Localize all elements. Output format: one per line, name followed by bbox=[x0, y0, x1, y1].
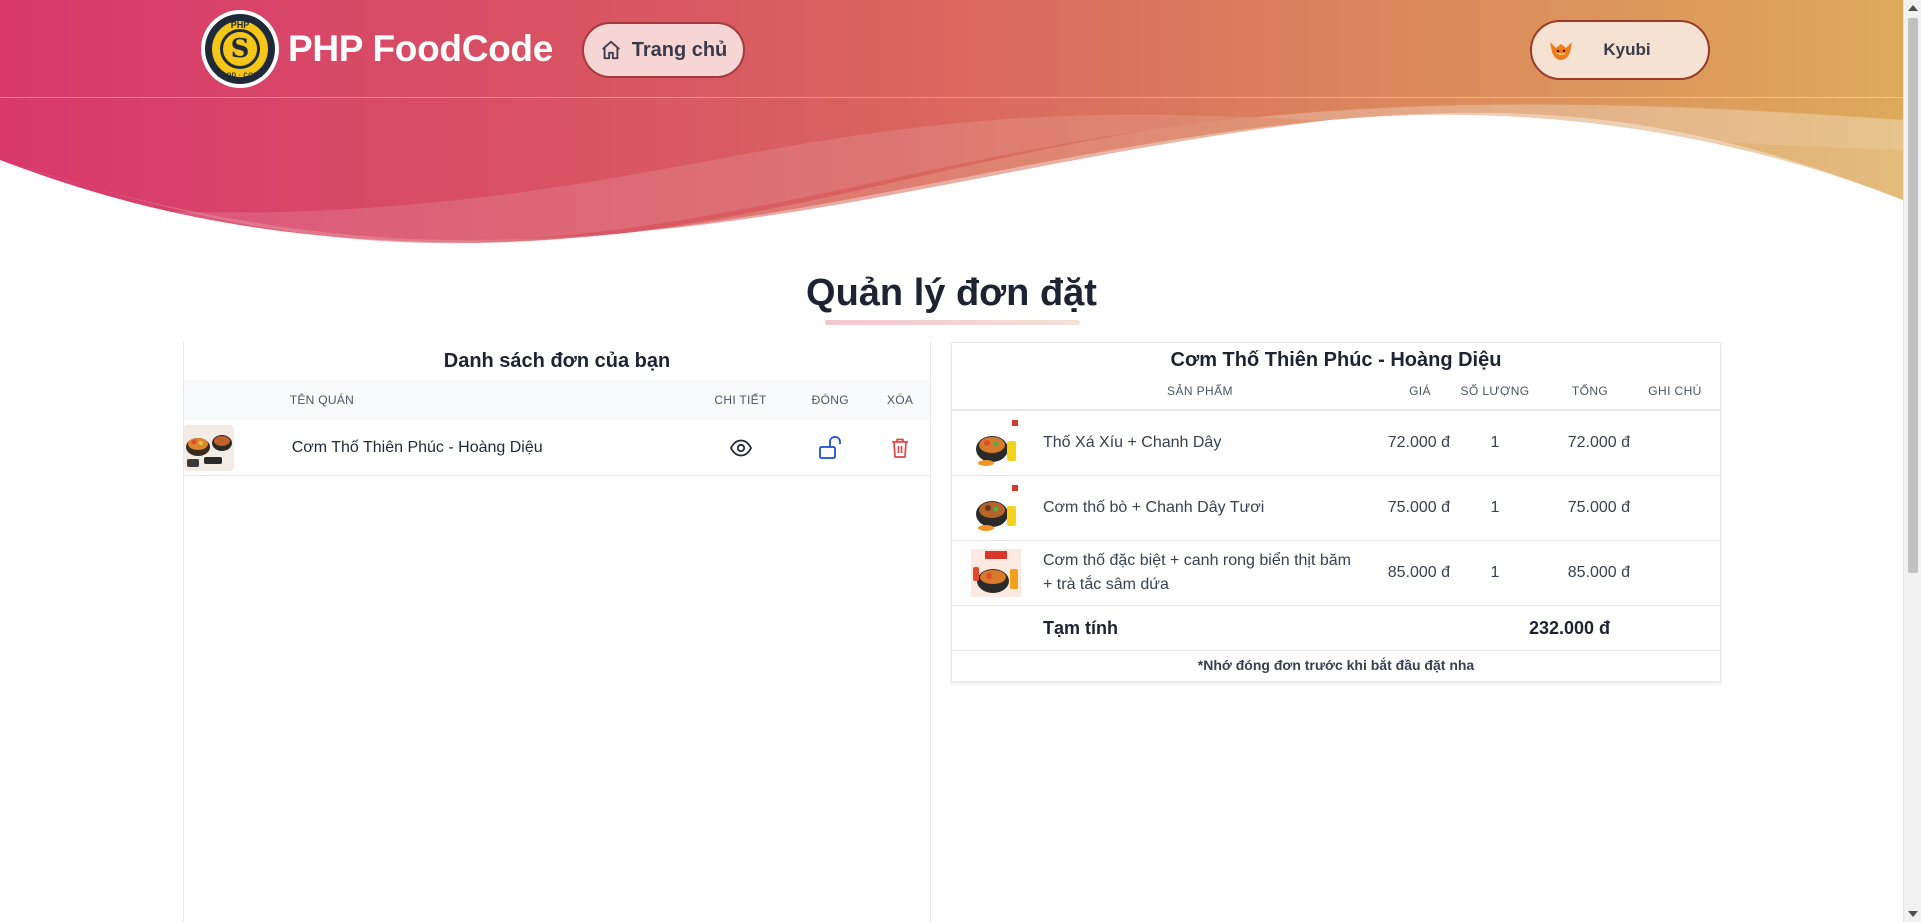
fox-avatar-icon bbox=[1546, 35, 1576, 65]
user-name: Kyubi bbox=[1603, 40, 1651, 59]
subtotal-label: Tạm tính bbox=[1043, 617, 1118, 638]
unlock-icon[interactable] bbox=[818, 435, 842, 461]
col-header-product: SẢN PHẨM bbox=[1167, 384, 1233, 398]
col-header-name: TÊN QUÁN bbox=[289, 393, 355, 407]
orders-panel-title: Danh sách đơn của bạn bbox=[443, 350, 671, 372]
orders-table-header: TÊN QUÁN CHI TIẾT ĐÓNG XÓA bbox=[184, 380, 930, 420]
home-button[interactable]: Trang chủ bbox=[582, 22, 745, 78]
subtotal-row: Tạm tính 232.000 đ bbox=[952, 606, 1720, 651]
product-qty: 1 bbox=[1490, 499, 1500, 516]
table-row: Cơm thố đặc biệt + canh rong biển thịt b… bbox=[952, 541, 1720, 606]
eye-icon[interactable] bbox=[729, 436, 753, 460]
product-image bbox=[952, 484, 1040, 532]
scroll-down-icon[interactable] bbox=[1908, 911, 1918, 917]
product-total: 85.000 đ bbox=[1567, 564, 1630, 581]
col-header-total: TỔNG bbox=[1571, 384, 1609, 398]
orders-panel: Danh sách đơn của bạn TÊN QUÁN CHI TIẾT … bbox=[183, 342, 931, 922]
close-order-reminder: *Nhớ đóng đơn trước khi bắt đầu đặt nha bbox=[1197, 657, 1475, 673]
table-row: Thố Xá Xíu + Chanh Dây 72.000 đ 1 72.000… bbox=[952, 411, 1720, 476]
order-detail-title: Cơm Thố Thiên Phúc - Hoàng Diệu bbox=[1170, 349, 1502, 371]
product-name: Thố Xá Xíu + Chanh Dây bbox=[1043, 434, 1222, 451]
col-header-detail: CHI TIẾT bbox=[714, 393, 767, 407]
product-price: 75.000 đ bbox=[1387, 499, 1450, 516]
product-total: 72.000 đ bbox=[1567, 434, 1630, 451]
logo-bottom-text: FOOD · CODE bbox=[217, 73, 263, 79]
user-menu-button[interactable]: Kyubi bbox=[1530, 20, 1710, 80]
product-total: 75.000 đ bbox=[1567, 499, 1630, 516]
col-header-delete: XÓA bbox=[886, 393, 914, 407]
scroll-up-icon[interactable] bbox=[1908, 5, 1918, 11]
page-scrollbar[interactable] bbox=[1903, 0, 1921, 922]
brand-logo[interactable]: S PHP FOOD · CODE bbox=[201, 10, 279, 88]
logo-top-text: PHP bbox=[230, 20, 250, 30]
product-name: Cơm thố bò + Chanh Dây Tươi bbox=[1043, 499, 1265, 516]
page-title: Quản lý đơn đặt bbox=[806, 272, 1097, 314]
title-underline bbox=[825, 320, 1080, 325]
product-qty: 1 bbox=[1490, 564, 1500, 581]
detail-table-header: SẢN PHẨM GIÁ SỐ LƯỢNG TỔNG GHI CHÚ bbox=[952, 373, 1720, 411]
product-image bbox=[952, 419, 1040, 467]
home-icon bbox=[600, 39, 622, 61]
table-row[interactable]: Cơm Thố Thiên Phúc - Hoàng Diệu bbox=[184, 420, 930, 476]
header-divider bbox=[0, 97, 1903, 98]
col-header-price: GIÁ bbox=[1409, 384, 1431, 398]
table-row: Cơm thố bò + Chanh Dây Tươi 75.000 đ 1 7… bbox=[952, 476, 1720, 541]
scroll-thumb[interactable] bbox=[1908, 18, 1918, 573]
col-header-close: ĐÓNG bbox=[811, 393, 849, 407]
brand-name[interactable]: PHP FoodCode bbox=[288, 28, 553, 70]
col-header-qty: SỐ LƯỢNG bbox=[1460, 384, 1530, 398]
order-detail-panel: Cơm Thố Thiên Phúc - Hoàng Diệu SẢN PHẨM… bbox=[951, 342, 1721, 682]
product-price: 72.000 đ bbox=[1387, 434, 1450, 451]
trash-icon[interactable] bbox=[890, 437, 910, 459]
product-name: Cơm thố đặc biệt + canh rong biển thịt b… bbox=[1043, 552, 1351, 593]
product-qty: 1 bbox=[1490, 434, 1500, 451]
col-header-note: GHI CHÚ bbox=[1648, 384, 1702, 398]
subtotal-value: 232.000 đ bbox=[1528, 617, 1610, 638]
restaurant-image bbox=[184, 420, 292, 475]
product-price: 85.000 đ bbox=[1387, 564, 1450, 581]
home-button-label: Trang chủ bbox=[631, 38, 728, 61]
product-image bbox=[952, 549, 1040, 597]
logo-icon: S PHP FOOD · CODE bbox=[205, 14, 275, 84]
restaurant-name[interactable]: Cơm Thố Thiên Phúc - Hoàng Diệu bbox=[292, 439, 691, 457]
